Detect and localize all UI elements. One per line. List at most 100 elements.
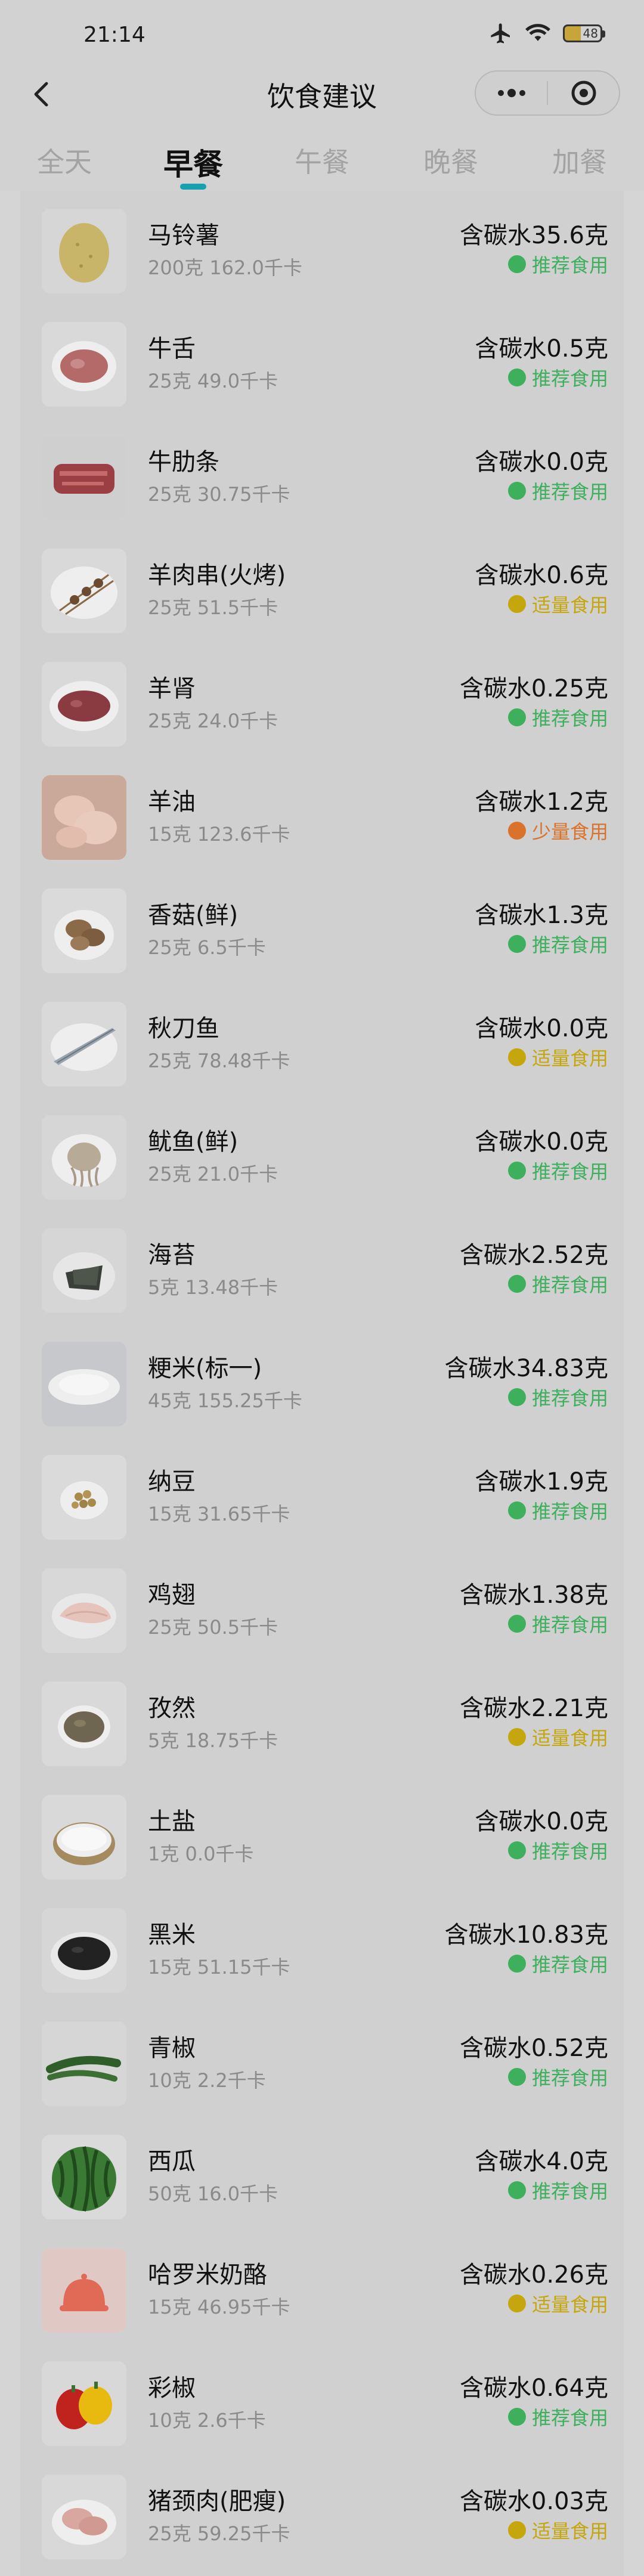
level-dot-icon: [507, 2181, 526, 2199]
recommendation-label: 推荐食用: [531, 481, 608, 503]
chicken-wing-icon: [42, 1568, 126, 1653]
food-carb: 含碳水1.3克: [475, 902, 608, 929]
natto-icon: [42, 1455, 126, 1540]
food-name: 牛肋条: [148, 448, 219, 476]
mini-program-capsule: [475, 70, 620, 116]
food-item[interactable]: 哈罗米奶酪 15克 46.95千卡 含碳水0.26克 适量食用: [20, 2230, 624, 2343]
food-name: 羊肉串(火烤): [148, 562, 286, 589]
food-recommendation: 适量食用: [507, 2290, 608, 2317]
tab-dinner[interactable]: 晚餐: [397, 119, 504, 180]
food-item[interactable]: 粳米(标一) 45克 155.25千卡 含碳水34.83克 推荐食用: [20, 1324, 624, 1437]
food-item[interactable]: 青椒 10克 2.2千卡 含碳水0.52克 推荐食用: [20, 2004, 624, 2117]
food-item[interactable]: 牛舌 25克 49.0千卡 含碳水0.5克 推荐食用: [20, 304, 624, 417]
food-portion: 5克 13.48千卡: [148, 1276, 278, 1299]
level-dot-icon: [507, 1048, 526, 1066]
recommendation-label: 适量食用: [531, 2293, 608, 2316]
recommendation-label: 推荐食用: [531, 1387, 608, 1410]
target-close-icon: [571, 80, 596, 106]
food-item[interactable]: 秋刀鱼 25克 78.48千卡 含碳水0.0克 适量食用: [20, 984, 624, 1097]
food-carb: 含碳水0.03克: [459, 2488, 608, 2515]
beef-tongue-icon: [42, 322, 126, 407]
level-dot-icon: [507, 255, 526, 273]
level-dot-icon: [507, 708, 526, 726]
recommendation-label: 少量食用: [531, 821, 608, 843]
food-item[interactable]: 海苔 5克 13.48千卡 含碳水2.52克 推荐食用: [20, 1210, 624, 1324]
tab-snack[interactable]: 加餐: [526, 119, 633, 180]
food-name: 黑米: [148, 1921, 196, 1949]
food-item[interactable]: 黑米 15克 51.15千卡 含碳水10.83克 推荐食用: [20, 1890, 624, 2004]
tab-lunch[interactable]: 午餐: [268, 119, 376, 180]
lamb-fat-icon: [42, 775, 126, 860]
level-dot-icon: [507, 482, 526, 500]
tab-breakfast[interactable]: 早餐: [140, 119, 247, 190]
food-name: 香菇(鲜): [148, 902, 239, 929]
food-portion: 25克 59.25千卡: [148, 2522, 290, 2545]
level-dot-icon: [507, 1388, 526, 1406]
food-recommendation: 推荐食用: [507, 2403, 608, 2431]
food-item[interactable]: 纳豆 15克 31.65千卡 含碳水1.9克 推荐食用: [20, 1437, 624, 1550]
food-recommendation: 适量食用: [507, 2516, 608, 2544]
food-item[interactable]: 羊油 15克 123.6千卡 含碳水1.2克 少量食用: [20, 757, 624, 871]
food-item[interactable]: 土盐 1克 0.0千卡 含碳水0.0克 推荐食用: [20, 1777, 624, 1890]
food-recommendation: 推荐食用: [507, 2063, 608, 2091]
food-item[interactable]: 西瓜 50克 16.0千卡 含碳水4.0克 推荐食用: [20, 2117, 624, 2230]
food-item[interactable]: 猪颈肉(肥瘦) 25克 59.25千卡 含碳水0.03克 适量食用: [20, 2457, 624, 2570]
close-mini-program-button[interactable]: [548, 72, 619, 114]
food-recommendation: 推荐食用: [507, 250, 608, 278]
food-name: 猪颈肉(肥瘦): [148, 2488, 286, 2515]
recommendation-label: 推荐食用: [531, 254, 608, 277]
level-dot-icon: [507, 369, 526, 386]
food-carb: 含碳水35.6克: [459, 222, 608, 249]
level-dot-icon: [507, 1955, 526, 1973]
food-carb: 含碳水0.0克: [475, 448, 608, 476]
more-button[interactable]: [476, 72, 547, 114]
food-carb: 含碳水0.0克: [475, 1015, 608, 1042]
nav-bar: 饮食建议: [0, 66, 644, 119]
food-name: 海苔: [148, 1241, 196, 1269]
food-item[interactable]: 香菇(鲜) 25克 6.5千卡 含碳水1.3克 推荐食用: [20, 871, 624, 984]
food-name: 羊肾: [148, 675, 196, 702]
food-item[interactable]: 孜然 5克 18.75千卡 含碳水2.21克 适量食用: [20, 1664, 624, 1777]
food-carb: 含碳水0.6克: [475, 562, 608, 589]
food-item[interactable]: 鸡翅 25克 50.5千卡 含碳水1.38克 推荐食用: [20, 1550, 624, 1664]
level-dot-icon: [507, 2408, 526, 2426]
food-item[interactable]: 马铃薯 200克 162.0千卡 含碳水35.6克 推荐食用: [20, 191, 624, 304]
food-carb: 含碳水34.83克: [444, 1355, 608, 1382]
food-carb: 含碳水2.52克: [459, 1241, 608, 1269]
food-item[interactable]: 牛肋条 25克 30.75千卡 含碳水0.0克 推荐食用: [20, 417, 624, 531]
food-name: 彩椒: [148, 2374, 196, 2402]
wifi-icon: [525, 21, 551, 45]
food-item[interactable]: 鱿鱼(鲜) 25克 21.0千卡 含碳水0.0克 推荐食用: [20, 1097, 624, 1210]
recommendation-label: 适量食用: [531, 1727, 608, 1750]
food-recommendation: 适量食用: [507, 1723, 608, 1751]
green-pepper-icon: [42, 2021, 126, 2106]
food-item[interactable]: 羊肾 25克 24.0千卡 含碳水0.25克 推荐食用: [20, 644, 624, 757]
food-recommendation: 少量食用: [507, 817, 608, 844]
mushroom-icon: [42, 888, 126, 973]
food-carb: 含碳水2.21克: [459, 1695, 608, 1722]
tab-all-day[interactable]: 全天: [11, 119, 118, 180]
food-recommendation: 适量食用: [507, 590, 608, 618]
level-dot-icon: [507, 2068, 526, 2086]
recommendation-label: 推荐食用: [531, 1500, 608, 1523]
food-recommendation: 推荐食用: [507, 1157, 608, 1184]
food-portion: 50克 16.0千卡: [148, 2182, 278, 2205]
food-portion: 10克 2.2千卡: [148, 2069, 266, 2092]
food-item[interactable]: 羊肉串(火烤) 25克 51.5千卡 含碳水0.6克 适量食用: [20, 531, 624, 644]
potato-icon: [42, 209, 126, 293]
food-portion: 25克 49.0千卡: [148, 370, 278, 392]
food-portion: 200克 162.0千卡: [148, 256, 302, 279]
beef-rib-icon: [42, 435, 126, 520]
recommendation-label: 推荐食用: [531, 934, 608, 956]
food-recommendation: 推荐食用: [507, 930, 608, 958]
food-item[interactable]: 彩椒 10克 2.6千卡 含碳水0.64克 推荐食用: [20, 2343, 624, 2457]
food-portion: 15克 46.95千卡: [148, 2296, 290, 2318]
food-portion: 45克 155.25千卡: [148, 1389, 302, 1412]
level-dot-icon: [507, 1162, 526, 1179]
level-dot-icon: [507, 1728, 526, 1746]
food-recommendation: 推荐食用: [507, 1383, 608, 1411]
food-carb: 含碳水10.83克: [444, 1921, 608, 1949]
food-recommendation: 推荐食用: [507, 1610, 608, 1637]
food-recommendation: 推荐食用: [507, 1497, 608, 1524]
lamb-skewer-icon: [42, 549, 126, 633]
